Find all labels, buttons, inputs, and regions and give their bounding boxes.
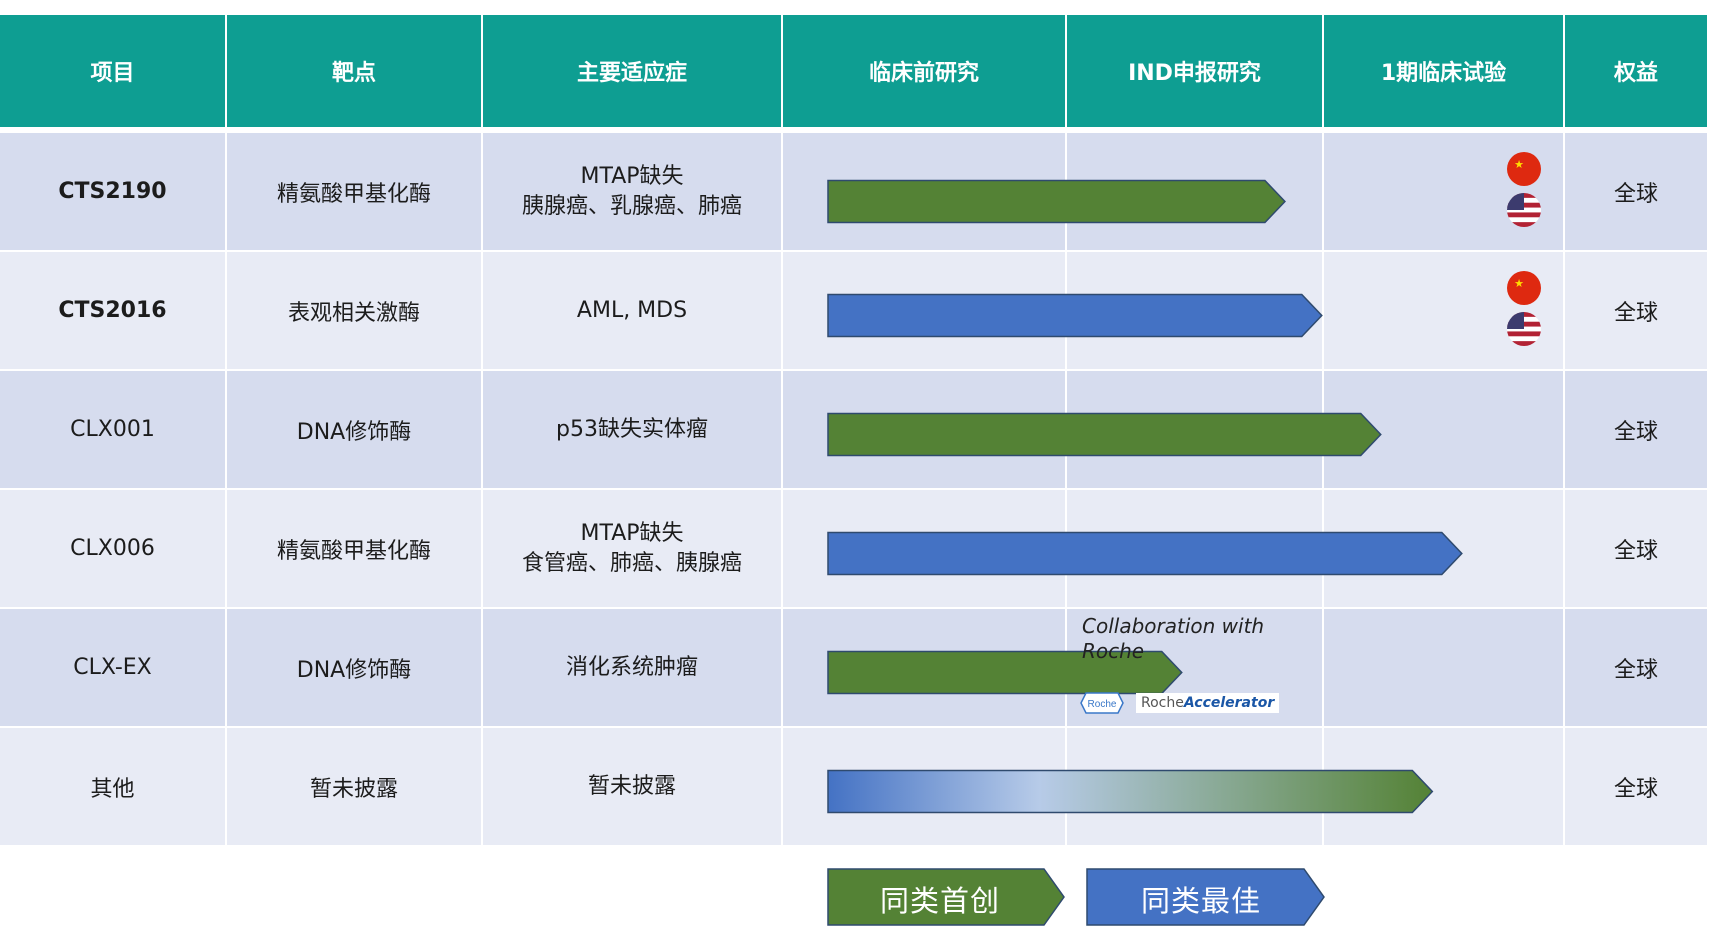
roche-accelerator-prefix: Roche — [1141, 695, 1184, 711]
collaboration-partner: Roche — [1082, 639, 1145, 663]
table-row: 其他 暂未披露 暂未披露 全球 — [0, 728, 1709, 847]
indication-cell: MTAP缺失 食管癌、肺癌、胰腺癌 — [483, 490, 783, 609]
stage-cell-preclinical — [783, 728, 1067, 847]
stage-cell-phase1 — [1324, 490, 1565, 609]
rights-value: 全球 — [1565, 490, 1709, 609]
project-name: CTS2190 — [0, 133, 227, 252]
stage-cell-ind — [1067, 490, 1324, 609]
indication-cell: AML, MDS — [483, 252, 783, 371]
stage-cell-ind — [1067, 133, 1324, 252]
stage-cell-preclinical — [783, 133, 1067, 252]
target-name: 精氨酸甲基化酶 — [227, 133, 483, 252]
table-row: CTS2016 表观相关激酶 AML, MDS 全球 — [0, 252, 1709, 371]
project-name: CTS2016 — [0, 252, 227, 371]
indication-line: 食管癌、肺癌、胰腺癌 — [521, 550, 742, 576]
roche-logo-text: Roche — [1088, 699, 1117, 710]
indication-cell: 暂未披露 — [483, 728, 783, 847]
indication-line: MTAP缺失 — [580, 163, 684, 189]
table-row: CTS2190 精氨酸甲基化酶 MTAP缺失 胰腺癌、乳腺癌、肺癌 全球 — [0, 133, 1709, 252]
pipeline-table: 项目 靶点 主要适应症 临床前研究 IND申报研究 1期临床试验 权益 CTS2… — [0, 15, 1709, 847]
indication-cell: 消化系统肿瘤 — [483, 609, 783, 728]
indication-cell: MTAP缺失 胰腺癌、乳腺癌、肺癌 — [483, 133, 783, 252]
roche-accelerator-logo: RocheAccelerator — [1136, 693, 1280, 713]
stage-cell-phase1 — [1324, 609, 1565, 728]
indication-line: AML, MDS — [576, 297, 688, 323]
table-row: CLX-EX DNA修饰酶 消化系统肿瘤 全球 — [0, 609, 1709, 728]
project-name: CLX006 — [0, 490, 227, 609]
header-indication: 主要适应症 — [483, 15, 783, 133]
roche-logo: Roche — [1080, 692, 1124, 714]
stage-cell-ind — [1067, 371, 1324, 490]
rights-value: 全球 — [1565, 252, 1709, 371]
collaboration-line: Collaboration with — [1082, 614, 1265, 638]
stage-cell-ind — [1067, 728, 1324, 847]
indication-line: 胰腺癌、乳腺癌、肺癌 — [521, 193, 742, 219]
pipeline-slide: 项目 靶点 主要适应症 临床前研究 IND申报研究 1期临床试验 权益 CTS2… — [0, 0, 1709, 945]
rights-value: 全球 — [1565, 609, 1709, 728]
table-header-row: 项目 靶点 主要适应症 临床前研究 IND申报研究 1期临床试验 权益 — [0, 15, 1709, 133]
stage-cell-ind — [1067, 252, 1324, 371]
indication-cell: p53缺失实体瘤 — [483, 371, 783, 490]
header-ind: IND申报研究 — [1067, 15, 1324, 133]
table-row: CLX006 精氨酸甲基化酶 MTAP缺失 食管癌、肺癌、胰腺癌 全球 — [0, 490, 1709, 609]
indication-line: MTAP缺失 — [580, 520, 684, 546]
target-name: 暂未披露 — [227, 728, 483, 847]
project-name: CLX001 — [0, 371, 227, 490]
legend-first-in-class: 同类首创 — [880, 884, 1001, 918]
stage-cell-phase1 — [1324, 371, 1565, 490]
project-name: CLX-EX — [0, 609, 227, 728]
target-name: DNA修饰酶 — [227, 609, 483, 728]
target-name: 表观相关激酶 — [227, 252, 483, 371]
legend-best-in-class: 同类最佳 — [1141, 884, 1262, 918]
collaboration-note: Collaboration with Roche — [1082, 614, 1302, 664]
stage-cell-phase1 — [1324, 252, 1565, 371]
roche-accelerator-suffix: Accelerator — [1183, 695, 1275, 711]
header-project: 项目 — [0, 15, 227, 133]
stage-cell-preclinical — [783, 371, 1067, 490]
target-name: 精氨酸甲基化酶 — [227, 490, 483, 609]
stage-cell-preclinical — [783, 252, 1067, 371]
header-rights: 权益 — [1565, 15, 1709, 133]
indication-line: 消化系统肿瘤 — [565, 654, 698, 680]
stage-cell-phase1 — [1324, 728, 1565, 847]
project-name: 其他 — [0, 728, 227, 847]
header-phase1: 1期临床试验 — [1324, 15, 1565, 133]
header-preclinical: 临床前研究 — [783, 15, 1067, 133]
rights-value: 全球 — [1565, 133, 1709, 252]
rights-value: 全球 — [1565, 728, 1709, 847]
table-row: CLX001 DNA修饰酶 p53缺失实体瘤 全球 — [0, 371, 1709, 490]
target-name: DNA修饰酶 — [227, 371, 483, 490]
header-target: 靶点 — [227, 15, 483, 133]
rights-value: 全球 — [1565, 371, 1709, 490]
stage-cell-preclinical — [783, 609, 1067, 728]
stage-cell-phase1 — [1324, 133, 1565, 252]
indication-line: 暂未披露 — [587, 773, 676, 799]
stage-cell-preclinical — [783, 490, 1067, 609]
indication-line: p53缺失实体瘤 — [556, 416, 708, 442]
